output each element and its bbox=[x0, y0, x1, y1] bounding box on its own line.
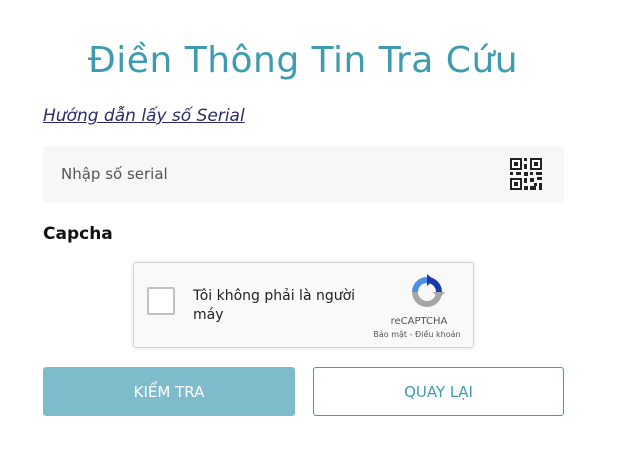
recaptcha-privacy-terms-links[interactable]: Bảo mật - Điều khoản bbox=[367, 330, 467, 339]
serial-guide-link[interactable]: Hướng dẫn lấy số Serial bbox=[43, 106, 245, 126]
serial-field[interactable] bbox=[43, 146, 564, 202]
back-button[interactable]: QUAY LẠI bbox=[313, 367, 564, 416]
recaptcha-logo-icon bbox=[412, 274, 445, 307]
recaptcha-checkbox-label: Tôi không phải là người máy bbox=[193, 288, 356, 323]
page-title: Điền Thông Tin Tra Cứu bbox=[87, 40, 519, 81]
qr-code-icon[interactable] bbox=[510, 158, 542, 190]
recaptcha-widget: Tôi không phải là người máy reCAPTCHA Bả… bbox=[133, 262, 474, 348]
recaptcha-brand: reCAPTCHA bbox=[390, 316, 448, 327]
check-button[interactable]: KIỂM TRA bbox=[43, 367, 295, 416]
serial-input[interactable] bbox=[61, 163, 481, 185]
recaptcha-checkbox[interactable] bbox=[147, 287, 175, 315]
captcha-label: Capcha bbox=[43, 224, 113, 244]
